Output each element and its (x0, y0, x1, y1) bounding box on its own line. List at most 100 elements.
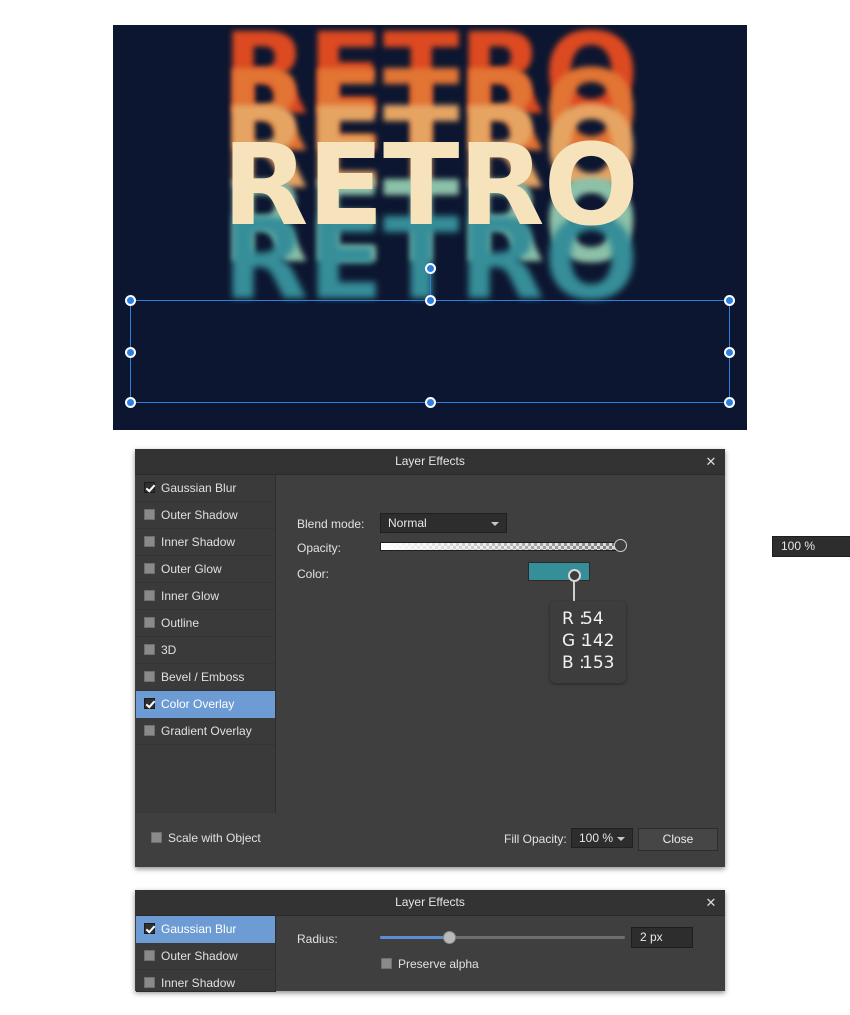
effect-row-label: Gradient Overlay (161, 724, 252, 738)
rgb-red-key: R : (562, 609, 585, 629)
effect-row-label: Inner Shadow (161, 976, 236, 990)
radius-slider-track[interactable] (380, 936, 625, 939)
color-picker-handle[interactable] (568, 569, 581, 582)
scale-with-object-checkbox[interactable]: Scale with Object (151, 831, 261, 845)
fill-opacity-label: Fill Opacity: (504, 832, 567, 846)
checkbox-checked-icon[interactable] (144, 482, 155, 493)
effect-row-label: Gaussian Blur (161, 922, 237, 936)
checkbox-icon[interactable] (144, 509, 155, 520)
opacity-slider[interactable] (380, 536, 640, 556)
chevron-down-icon (491, 522, 499, 526)
close-icon[interactable]: ✕ (701, 893, 721, 912)
checkbox-icon[interactable] (144, 725, 155, 736)
retro-layer-4: RETRO (222, 121, 639, 251)
effect-row-label: Outline (161, 616, 200, 630)
effect-row[interactable]: Inner Glow (136, 583, 275, 610)
preserve-alpha-checkbox[interactable]: Preserve alpha (381, 957, 479, 971)
checkbox-icon[interactable] (144, 617, 155, 628)
effect-row[interactable]: Color Overlay (136, 691, 275, 718)
checkbox-checked-icon[interactable] (144, 698, 155, 709)
effect-row[interactable]: Inner Shadow (136, 970, 275, 991)
effect-row[interactable]: Outline (136, 610, 275, 637)
effect-row-label: Bevel / Emboss (161, 670, 245, 684)
effect-row-label: Inner Shadow (161, 535, 236, 549)
radius-slider-knob[interactable] (443, 931, 456, 944)
resize-handle-top-left[interactable] (125, 295, 136, 306)
dialog-footer: Scale with Object Fill Opacity: 100 % Cl… (135, 813, 725, 867)
opacity-label: Opacity: (297, 541, 342, 555)
effects-list[interactable]: Gaussian Blur Outer Shadow Inner Shadow Out… (136, 475, 276, 839)
effect-row-label: Color Overlay (161, 697, 235, 711)
checkbox-icon[interactable] (144, 590, 155, 601)
rgb-green-value: 142 (582, 631, 615, 651)
effects-list[interactable]: Gaussian Blur Outer Shadow Inner Shadow (136, 916, 276, 992)
resize-handle-middle-right[interactable] (724, 347, 735, 358)
effect-settings-pane: Blend mode: Normal Opacity: 100 % Color:… (275, 475, 850, 838)
opacity-slider-knob[interactable] (614, 539, 627, 552)
resize-handle-bottom-left[interactable] (125, 397, 136, 408)
checkbox-icon[interactable] (144, 536, 155, 547)
layer-effects-dialog[interactable]: Layer Effects ✕ Gaussian Blur Outer Shado… (135, 449, 850, 867)
checkbox-icon[interactable] (144, 950, 155, 961)
resize-handle-bottom-right[interactable] (724, 397, 735, 408)
effect-row[interactable]: 3D (136, 637, 275, 664)
close-button[interactable]: Close (638, 828, 718, 851)
rgb-green-key: G : (562, 631, 587, 651)
checkbox-icon[interactable] (381, 958, 392, 969)
rgb-red-line: R :54 (562, 608, 614, 630)
image-canvas[interactable]: RETRO RETRO RETRO RETRO RETRO RETRO (113, 25, 747, 430)
radius-value-field[interactable]: 2 px (631, 927, 693, 948)
blend-mode-select[interactable]: Normal (380, 513, 507, 533)
rgb-green-line: G :142 (562, 630, 614, 652)
color-swatch[interactable] (528, 562, 590, 581)
effect-row[interactable]: Gaussian Blur (136, 916, 275, 943)
radius-slider[interactable] (380, 928, 632, 947)
effect-row[interactable]: Inner Shadow (136, 529, 275, 556)
effect-row-label: Outer Shadow (161, 508, 238, 522)
effect-row-label: Gaussian Blur (161, 481, 237, 495)
rotate-handle[interactable] (425, 263, 436, 274)
effect-row-label: 3D (161, 643, 177, 657)
effect-row[interactable]: Gradient Overlay (136, 718, 275, 745)
resize-handle-top-right[interactable] (724, 295, 735, 306)
color-label: Color: (297, 567, 330, 581)
opacity-value-field[interactable]: 100 % (772, 536, 850, 557)
close-icon[interactable]: ✕ (701, 452, 721, 471)
effect-row-label: Outer Glow (161, 562, 222, 576)
scale-with-object-label: Scale with Object (168, 831, 261, 845)
effect-row-label: Outer Shadow (161, 949, 238, 963)
opacity-slider-track[interactable] (380, 542, 620, 551)
chevron-down-icon (617, 837, 625, 841)
dialog-title: Layer Effects (395, 895, 465, 909)
blend-mode-label: Blend mode: (297, 517, 365, 531)
dialog-title: Layer Effects (395, 454, 465, 468)
checkbox-icon[interactable] (144, 644, 155, 655)
gaussian-blur-dialog[interactable]: Layer Effects ✕ Gaussian Blur Outer Shado… (135, 890, 725, 992)
effect-row-label: Inner Glow (161, 589, 220, 603)
checkbox-icon[interactable] (144, 563, 155, 574)
rgb-blue-value: 153 (582, 653, 615, 673)
rgb-blue-key: B : (562, 653, 585, 673)
resize-handle-middle-left[interactable] (125, 347, 136, 358)
rgb-blue-line: B :153 (562, 652, 614, 674)
fill-opacity-select[interactable]: 100 % (571, 828, 633, 848)
fill-opacity-value: 100 % (579, 831, 614, 845)
radius-slider-fill (380, 936, 449, 939)
preserve-alpha-label: Preserve alpha (398, 957, 479, 971)
blur-settings-pane: Radius: 2 px Preserve alpha (275, 916, 725, 991)
checkbox-checked-icon[interactable] (144, 923, 155, 934)
rgb-red-value: 54 (582, 609, 604, 629)
checkbox-icon[interactable] (144, 977, 155, 988)
effect-row[interactable]: Bevel / Emboss (136, 664, 275, 691)
effect-row[interactable]: Gaussian Blur (136, 475, 275, 502)
resize-handle-bottom-center[interactable] (425, 397, 436, 408)
effect-row[interactable]: Outer Shadow (136, 943, 275, 970)
resize-handle-top-center[interactable] (425, 295, 436, 306)
checkbox-icon[interactable] (144, 671, 155, 682)
selection-bounding-box[interactable] (125, 263, 735, 408)
effect-row[interactable]: Outer Glow (136, 556, 275, 583)
effect-row[interactable]: Outer Shadow (136, 502, 275, 529)
dialog-titlebar: Layer Effects ✕ (135, 890, 725, 916)
radius-label: Radius: (297, 932, 338, 946)
checkbox-icon[interactable] (151, 832, 162, 843)
